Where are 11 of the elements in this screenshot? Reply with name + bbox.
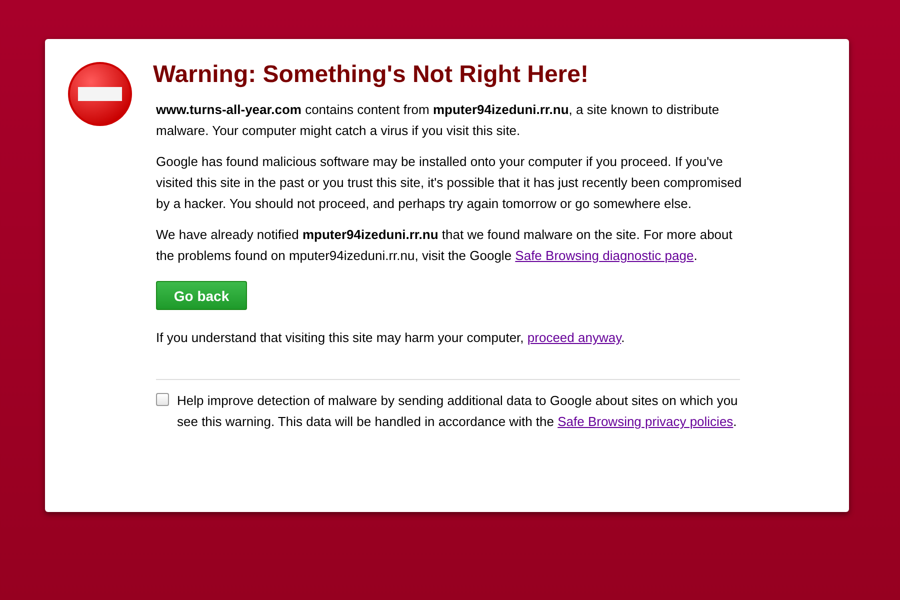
paragraph: We have already notified mputer94izeduni.rr.nu that we found malware on the site. For more about the problems found on mputer94izeduni.rr.nu, visit the Google Safe Browsing diagnostic page.	[156, 226, 734, 265]
checkbox[interactable]	[156, 393, 169, 406]
warning-title: Warning: Something's Not Right Here!	[153, 61, 590, 89]
link[interactable]: Safe Browsing diagnostic page	[515, 248, 694, 263]
report-text: Help improve detection of malware by sending additional data to Google about sites on which you see this warning. This data will be handled in accordance with the Safe Browsing privacy policies.	[177, 392, 739, 431]
proceed-text: If you understand that visiting this site may harm your computer, proceed anyway.	[156, 329, 626, 347]
stop-icon	[67, 61, 133, 127]
paragraph: Google has found malicious software may be installed onto your computer if you proceed. If you've visited this site in the past or you trust this site, it's possible that it has just recently been compromised by a hacker. You should not proceed, and perhaps try again tomorrow or go somewhere else.	[156, 153, 743, 213]
link[interactable]: Safe Browsing privacy policies	[558, 414, 734, 429]
link[interactable]: proceed anyway	[527, 330, 622, 345]
paragraph: www.turns-all-year.com contains content from mputer94izeduni.rr.nu, a site known to distribute malware. Your computer might catch a virus if you visit this site.	[156, 101, 720, 140]
